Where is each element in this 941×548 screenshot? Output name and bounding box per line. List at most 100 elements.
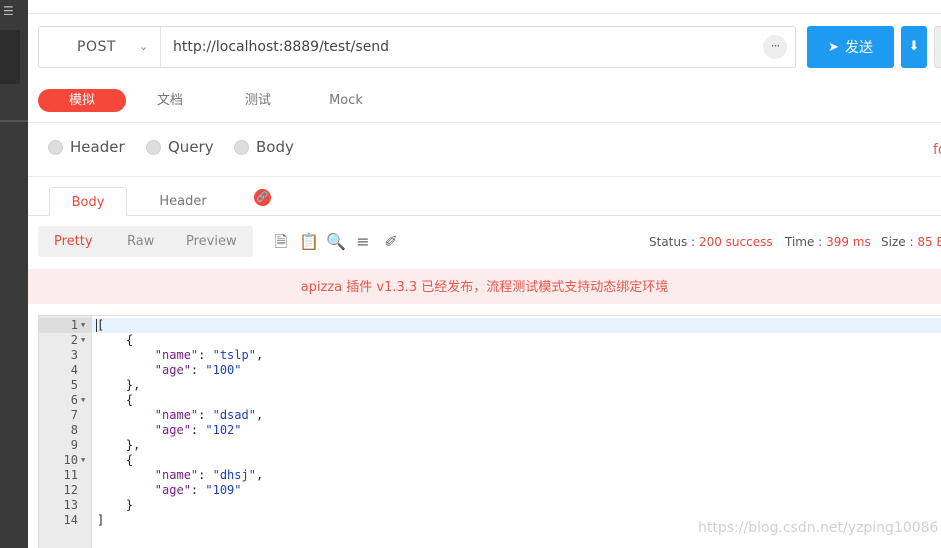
method-label: POST xyxy=(77,39,116,55)
divider xyxy=(28,122,941,123)
code-text: "age": "102" xyxy=(154,423,242,437)
menu-icon[interactable]: ☰ xyxy=(3,4,17,18)
format-switcher: Pretty Raw Preview xyxy=(38,226,253,257)
time-value: 399 ms xyxy=(826,235,871,249)
text-cursor xyxy=(96,319,97,332)
watermark: https://blog.csdn.net/yzping10086 xyxy=(698,520,939,536)
code-line: 6 ▼ { xyxy=(39,393,941,408)
sidebar-divider xyxy=(0,120,28,122)
param-query-radio[interactable]: Query xyxy=(146,138,214,156)
tab-test[interactable]: 测试 xyxy=(234,89,282,112)
code-line: 5 }, xyxy=(39,378,941,393)
size-info: Size : 85 B xyxy=(881,235,941,249)
method-select[interactable]: POST ⌄ xyxy=(39,27,161,67)
code-text: "age": "109" xyxy=(154,483,242,497)
tab-mock[interactable]: Mock xyxy=(322,89,370,112)
line-number: 7 xyxy=(70,408,78,422)
fold-caret-icon[interactable]: ▼ xyxy=(81,318,85,333)
response-code-editor[interactable]: 1 ▼[2 ▼ {3 "name": "tslp", 4 "age": "100" 5 … xyxy=(38,315,941,548)
code-text: ] xyxy=(97,513,105,527)
chevron-down-icon: ⌄ xyxy=(139,40,149,53)
wrap-icon[interactable]: ≡ xyxy=(353,232,373,252)
param-header-radio[interactable]: Header xyxy=(48,138,125,156)
time-label: Time : xyxy=(785,235,823,249)
extra-button[interactable] xyxy=(934,26,941,68)
left-sidebar-strip: ☰ xyxy=(0,0,28,548)
download-icon: ⬇ xyxy=(908,39,920,54)
line-number: 9 xyxy=(70,438,78,452)
code-line: 12 "age": "109" xyxy=(39,483,941,498)
code-line: 11 "name": "dhsj", xyxy=(39,468,941,483)
fold-caret-icon[interactable]: ▼ xyxy=(81,333,85,348)
code-text: }, xyxy=(97,438,141,452)
code-text: "name": "dsad", xyxy=(154,408,264,422)
request-bar: POST ⌄ http://localhost:8889/test/send ·… xyxy=(38,26,796,68)
size-label: Size : xyxy=(881,235,914,249)
code-line: 1 ▼[ xyxy=(39,318,941,333)
format-pretty[interactable]: Pretty xyxy=(54,226,93,257)
brush-icon[interactable]: ✐ xyxy=(381,232,401,252)
code-line: 8 "age": "102" xyxy=(39,423,941,438)
status-value: 200 success xyxy=(698,235,773,249)
time-info: Time : 399 ms xyxy=(785,235,871,249)
line-number: 3 xyxy=(70,348,78,362)
code-text: "name": "tslp", xyxy=(154,348,264,362)
url-input[interactable]: http://localhost:8889/test/send xyxy=(173,39,389,55)
format-preview[interactable]: Preview xyxy=(186,226,237,257)
top-tab-strip xyxy=(28,0,941,14)
param-label: Body xyxy=(256,138,294,156)
divider xyxy=(28,176,941,177)
param-body-radio[interactable]: Body xyxy=(234,138,294,156)
code-line: 13 } xyxy=(39,498,941,513)
send-button[interactable]: ➤ 发送 xyxy=(807,26,894,68)
fold-caret-icon[interactable]: ▼ xyxy=(81,393,85,408)
code-text: } xyxy=(97,498,134,512)
size-value: 85 B xyxy=(917,235,941,249)
sidebar-panel xyxy=(0,30,20,84)
fold-caret-icon[interactable]: ▼ xyxy=(81,453,85,468)
param-trailing-text: fo xyxy=(933,142,941,158)
code-line: 10 ▼ { xyxy=(39,453,941,468)
tab-response-header[interactable]: Header xyxy=(144,187,222,216)
code-line: 3 "name": "tslp", xyxy=(39,348,941,363)
line-number: 5 xyxy=(70,378,78,392)
line-number: 13 xyxy=(63,498,78,512)
send-icon: ➤ xyxy=(828,39,839,55)
line-number: 12 xyxy=(63,483,78,497)
tab-docs[interactable]: 文档 xyxy=(146,89,194,112)
line-number: 8 xyxy=(70,423,78,437)
send-label: 发送 xyxy=(844,40,873,56)
code-line: 9 }, xyxy=(39,438,941,453)
status-info: Status : 200 success xyxy=(649,235,773,249)
copy-icon[interactable]: 📋 xyxy=(299,232,319,252)
param-label: Header xyxy=(70,138,125,156)
more-options-button[interactable]: ··· xyxy=(763,35,787,59)
format-raw[interactable]: Raw xyxy=(127,226,154,257)
radio-icon xyxy=(234,139,249,155)
code-text: { xyxy=(97,453,134,467)
line-number: 4 xyxy=(70,363,78,377)
line-number: 14 xyxy=(63,513,78,527)
status-label: Status : xyxy=(649,235,696,249)
line-number: 11 xyxy=(63,468,78,482)
doc-icon[interactable]: 🗎 xyxy=(271,232,291,252)
download-button[interactable]: ⬇ xyxy=(901,26,927,68)
tab-response-body[interactable]: Body xyxy=(49,187,127,216)
radio-icon xyxy=(48,139,63,155)
code-text: "name": "dhsj", xyxy=(154,468,264,482)
code-text: [ xyxy=(97,318,105,332)
code-line: 7 "name": "dsad", xyxy=(39,408,941,423)
code-text: "age": "100" xyxy=(154,363,242,377)
param-label: Query xyxy=(168,138,214,156)
code-line: 2 ▼ { xyxy=(39,333,941,348)
code-text: }, xyxy=(97,378,141,392)
code-text: { xyxy=(97,393,134,407)
main-panel: POST ⌄ http://localhost:8889/test/send ·… xyxy=(28,0,941,548)
radio-icon xyxy=(146,139,161,155)
code-line: 4 "age": "100" xyxy=(39,363,941,378)
search-doc-icon[interactable]: 🔍 xyxy=(326,232,346,252)
code-text: { xyxy=(97,333,134,347)
announcement-banner: apizza 插件 v1.3.3 已经发布，流程测试模式支持动态绑定环境 xyxy=(28,269,941,304)
tab-simulate[interactable]: 模拟 xyxy=(38,89,126,112)
link-icon[interactable]: 🔗 xyxy=(254,189,271,206)
